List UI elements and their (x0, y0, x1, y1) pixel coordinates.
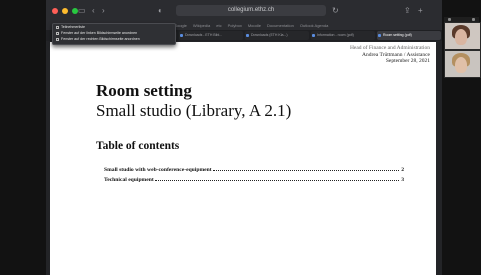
toc-entry-page: 3 (401, 177, 404, 183)
participant-video-thumbnail[interactable] (444, 22, 481, 50)
menu-item[interactable]: Fenster auf der rechten Bildschirmseite … (53, 36, 175, 42)
context-menu: Teilnehmerliste Fenster auf der linken Bi… (52, 23, 176, 45)
toc-entry[interactable]: Technical equipment 3 (104, 177, 404, 184)
document-title: Room setting (96, 81, 192, 100)
toc-entry-label: Small studio with web-conference-equipme… (104, 167, 212, 173)
bookmark-item[interactable]: Moodle (248, 23, 261, 28)
bookmark-item[interactable]: Documentation (267, 23, 294, 28)
browser-titlebar: ▭ ‹ › ◐ collegium.ethz.ch ↻ ⇪ + (46, 0, 442, 22)
browser-tab[interactable]: Downloads - ETH Bibl... (179, 31, 243, 40)
sidebar-icon[interactable]: ▭ (78, 6, 86, 16)
header-line: September 28, 2021 (385, 58, 430, 64)
back-arrow-icon[interactable]: ‹ (92, 6, 95, 16)
document-header: Head of Finance and Administration Andrea… (350, 45, 430, 65)
toc-entry-page: 2 (401, 167, 404, 173)
toc-heading: Table of contents (96, 140, 180, 152)
header-line: Head of Finance and Administration (349, 45, 430, 51)
shield-icon[interactable]: ◐ (158, 6, 163, 16)
toc-entry-label: Technical equipment (104, 177, 154, 183)
participant-video-thumbnail[interactable] (444, 50, 481, 78)
participant-face (455, 29, 467, 45)
pdf-page: Head of Finance and Administration Andrea… (50, 42, 436, 275)
browser-tab[interactable]: Downloads (ETH Kla...) (245, 31, 309, 40)
minimize-window-button[interactable] (62, 8, 68, 14)
bookmark-item[interactable]: Wikipedia (193, 23, 210, 28)
toc-leader-dots (154, 180, 400, 181)
close-window-button[interactable] (52, 8, 58, 14)
address-bar[interactable]: collegium.ethz.ch (176, 5, 326, 16)
forward-arrow-icon[interactable]: › (102, 6, 105, 16)
more-options-icon[interactable] (472, 18, 475, 21)
share-icon[interactable]: ⇪ (404, 6, 411, 16)
bookmark-item[interactable]: Outlook Agenda (300, 23, 328, 28)
reload-icon[interactable]: ↻ (332, 6, 339, 16)
participant-face (455, 57, 467, 73)
document-subtitle: Small studio (Library, A 2.1) (96, 101, 292, 120)
browser-tab[interactable]: Information - room (pdf) (311, 31, 375, 40)
toc-leader-dots (212, 170, 400, 171)
bookmark-item[interactable]: Polybox (228, 23, 242, 28)
plus-icon[interactable]: + (418, 6, 423, 16)
window-controls (52, 8, 78, 14)
bookmark-item[interactable]: etc (216, 23, 221, 28)
view-toggle-icon[interactable] (448, 18, 451, 21)
toc-entry[interactable]: Small studio with web-conference-equipme… (104, 167, 404, 174)
browser-tab[interactable]: Room setting (pdf) (377, 31, 441, 40)
